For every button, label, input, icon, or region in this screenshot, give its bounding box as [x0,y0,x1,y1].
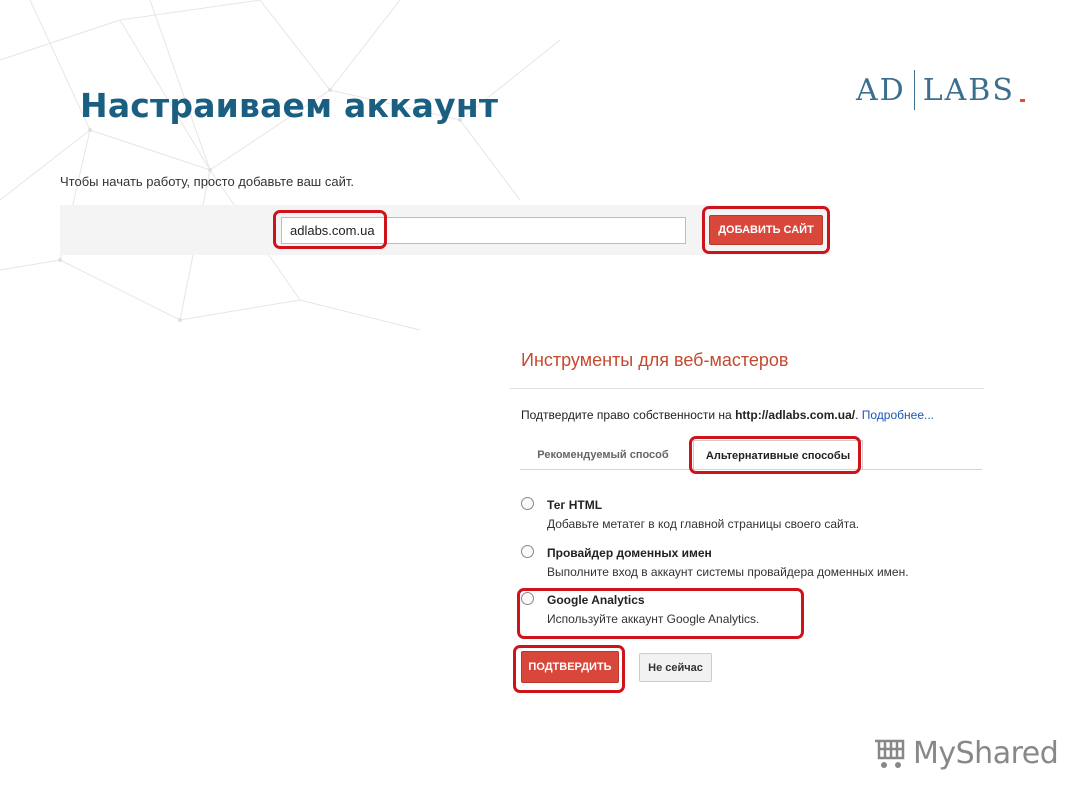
radio-domain-provider[interactable] [521,545,534,558]
adlabs-logo: AD LABS [856,70,1025,110]
highlight-confirm-button [513,645,625,693]
option-domain-provider-desc: Выполните вход в аккаунт системы провайд… [547,565,909,579]
add-site-intro: Чтобы начать работу, просто добавьте ваш… [60,174,354,189]
watermark-text: MyShared [913,736,1059,771]
highlight-add-site-button [702,206,830,254]
not-now-button[interactable]: Не сейчас [639,653,712,682]
slide-title: Настраиваем аккаунт [80,86,499,125]
logo-ad-text: AD [856,72,906,108]
more-link[interactable]: Подробнее... [862,408,934,422]
option-html-tag-desc: Добавьте метатег в код главной страницы … [547,517,860,531]
highlight-google-analytics [517,588,804,639]
highlight-alternative-tab [689,436,861,474]
logo-separator [913,70,915,110]
myshared-watermark: MyShared [873,736,1059,771]
verify-ownership-text: Подтвердите право собственности на http:… [521,408,934,422]
option-domain-provider-title: Провайдер доменных имен [547,546,712,560]
logo-labs-text: LABS [922,72,1015,108]
highlight-site-input [273,210,387,249]
verify-url: http://adlabs.com.ua/ [735,408,856,422]
webmaster-divider [510,388,984,389]
cart-icon [875,739,905,768]
verify-prefix: Подтвердите право собственности на [521,408,736,422]
webmaster-tools-title: Инструменты для веб-мастеров [521,350,789,370]
option-html-tag-title: Тег HTML [547,498,603,512]
logo-accent-dot [1019,99,1025,102]
radio-html-tag[interactable] [521,497,534,510]
verify-suffix: . [855,408,862,422]
tab-recommended-method[interactable]: Рекомендуемый способ [522,441,684,469]
